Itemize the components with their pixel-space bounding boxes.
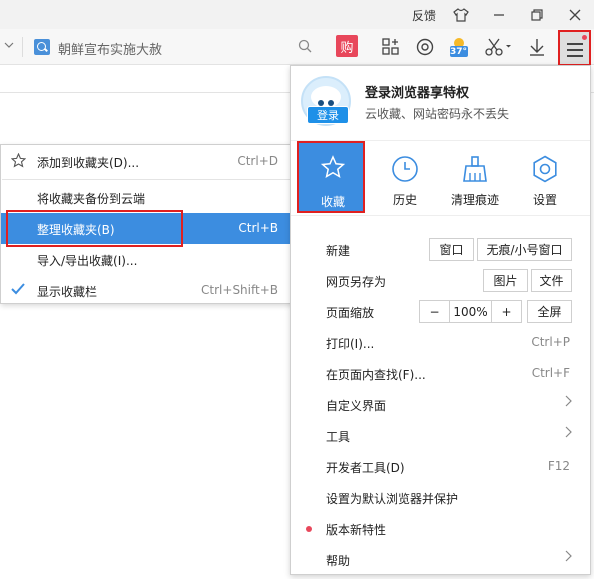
- menu-item-label: 导入/导出收藏(I)...: [37, 254, 138, 268]
- menu-item-help[interactable]: 帮助: [291, 544, 590, 575]
- star-icon: [321, 155, 345, 179]
- menu-item-whats-new[interactable]: 版本新特性: [291, 513, 590, 544]
- close-icon[interactable]: [558, 0, 592, 29]
- menu-item-show-favorites-bar[interactable]: 显示收藏栏 Ctrl+Shift+B: [1, 275, 298, 306]
- menu-item-label: 将收藏夹备份到云端: [37, 192, 146, 206]
- minimize-icon[interactable]: [482, 0, 516, 29]
- devtools-shortcut: F12: [547, 459, 570, 473]
- save-image-button[interactable]: 图片: [483, 269, 528, 292]
- devtools-label: 开发者工具(D): [326, 461, 405, 475]
- search-icon[interactable]: [298, 39, 312, 53]
- menu-item-shortcut: Ctrl+Shift+B: [201, 283, 278, 297]
- tools-label: 工具: [326, 430, 351, 444]
- title-bar: 反馈: [0, 0, 594, 29]
- favorites-button[interactable]: 收藏: [297, 141, 365, 213]
- feedback-link[interactable]: 反馈: [412, 7, 436, 24]
- address-bar-text[interactable]: 朝鲜宣布实施大赦: [58, 39, 162, 58]
- fullscreen-button[interactable]: 全屏: [527, 300, 572, 323]
- search-engine-icon[interactable]: [34, 39, 50, 55]
- settings-button[interactable]: 设置: [511, 147, 579, 209]
- find-label: 在页面内查找(F)...: [326, 368, 426, 382]
- login-section[interactable]: 登录 登录浏览器享特权 云收藏、网站密码永不丢失: [291, 66, 590, 140]
- hamburger-line: [567, 43, 583, 45]
- restore-icon[interactable]: [520, 0, 554, 29]
- apps-grid-icon[interactable]: [378, 35, 404, 59]
- zoom-in-button[interactable]: +: [491, 300, 522, 323]
- new-label: 新建: [326, 244, 351, 258]
- new-feature-dot: [306, 526, 312, 532]
- whats-new-label: 版本新特性: [326, 523, 387, 537]
- clear-traces-button[interactable]: 清理痕迹: [441, 147, 509, 209]
- divider: [22, 37, 23, 57]
- checkmark-icon: [11, 283, 25, 298]
- settings-label: 设置: [532, 193, 557, 207]
- save-as-label: 网页另存为: [326, 275, 387, 289]
- clock-icon: [392, 156, 418, 182]
- browser-window: 反馈 朝鲜宣布实施大赦 购 37° 添加到收藏夹(D)... Ctrl+D 将收…: [0, 0, 594, 579]
- avatar-face: [311, 86, 341, 108]
- help-label: 帮助: [326, 554, 351, 568]
- menu-item-find[interactable]: 在页面内查找(F)... Ctrl+F: [291, 358, 590, 389]
- history-label: 历史: [392, 193, 417, 207]
- menu-item-label: 显示收藏栏: [37, 285, 98, 299]
- print-shortcut: Ctrl+P: [531, 335, 570, 349]
- zoom-out-button[interactable]: −: [419, 300, 450, 323]
- scissors-icon[interactable]: [480, 35, 516, 59]
- menu-item-print[interactable]: 打印(I)... Ctrl+P: [291, 327, 590, 358]
- main-menu-button[interactable]: [558, 30, 591, 66]
- find-shortcut: Ctrl+F: [531, 366, 570, 380]
- menu-item-backup-cloud[interactable]: 将收藏夹备份到云端: [1, 182, 298, 213]
- chevron-right-icon: [564, 550, 572, 566]
- print-label: 打印(I)...: [326, 337, 375, 351]
- customize-label: 自定义界面: [326, 399, 387, 413]
- login-title[interactable]: 登录浏览器享特权: [365, 82, 469, 101]
- favorites-label: 收藏: [320, 195, 345, 209]
- main-menu: 登录 登录浏览器享特权 云收藏、网站密码永不丢失 收藏 历史 清理痕迹 设置 新…: [290, 65, 591, 575]
- menu-item-shortcut: Ctrl+B: [238, 221, 278, 235]
- highlight-box: [6, 210, 183, 247]
- menu-item-shortcut: Ctrl+D: [237, 154, 278, 168]
- weather-icon[interactable]: 37°: [446, 35, 472, 59]
- shopping-icon[interactable]: 购: [336, 35, 358, 57]
- at-sign-icon[interactable]: [412, 35, 438, 59]
- menu-item-label: 添加到收藏夹(D)...: [37, 156, 140, 170]
- menu-row-save-as: 网页另存为 图片 文件: [291, 265, 590, 296]
- zoom-value: 100%: [449, 300, 492, 323]
- menu-item-import-export[interactable]: 导入/导出收藏(I)...: [1, 244, 298, 275]
- quick-actions: 收藏 历史 清理痕迹 设置: [291, 140, 590, 216]
- menu-row-new: 新建 窗口 无痕/小号窗口: [291, 234, 590, 265]
- chevron-right-icon: [564, 395, 572, 411]
- menu-item-tools[interactable]: 工具: [291, 420, 590, 451]
- new-window-button[interactable]: 窗口: [429, 238, 474, 261]
- chevron-down-icon[interactable]: [4, 40, 14, 53]
- menu-item-customize[interactable]: 自定义界面: [291, 389, 590, 420]
- menu-item-set-default[interactable]: 设置为默认浏览器并保护: [291, 482, 590, 513]
- zoom-label: 页面缩放: [326, 306, 375, 320]
- set-default-label: 设置为默认浏览器并保护: [326, 492, 459, 506]
- divider: [2, 179, 298, 180]
- chevron-right-icon: [564, 426, 572, 442]
- skin-shirt-icon[interactable]: [444, 0, 478, 29]
- download-icon[interactable]: [524, 35, 550, 59]
- history-button[interactable]: 历史: [371, 147, 439, 209]
- star-icon: [10, 152, 27, 171]
- clear-traces-label: 清理痕迹: [450, 193, 499, 207]
- broom-icon: [463, 156, 487, 182]
- hamburger-line: [567, 49, 583, 51]
- menu-item-add-favorite[interactable]: 添加到收藏夹(D)... Ctrl+D: [1, 146, 298, 177]
- save-file-button[interactable]: 文件: [531, 269, 572, 292]
- login-button[interactable]: 登录: [307, 106, 349, 124]
- new-private-window-button[interactable]: 无痕/小号窗口: [477, 238, 572, 261]
- login-subtitle: 云收藏、网站密码永不丢失: [365, 107, 510, 121]
- hamburger-line: [567, 55, 583, 57]
- menu-row-zoom: 页面缩放 − 100% + 全屏: [291, 296, 590, 327]
- weather-temp: 37°: [450, 47, 468, 57]
- menu-item-devtools[interactable]: 开发者工具(D) F12: [291, 451, 590, 482]
- gear-icon: [533, 155, 557, 183]
- notification-dot: [582, 35, 587, 40]
